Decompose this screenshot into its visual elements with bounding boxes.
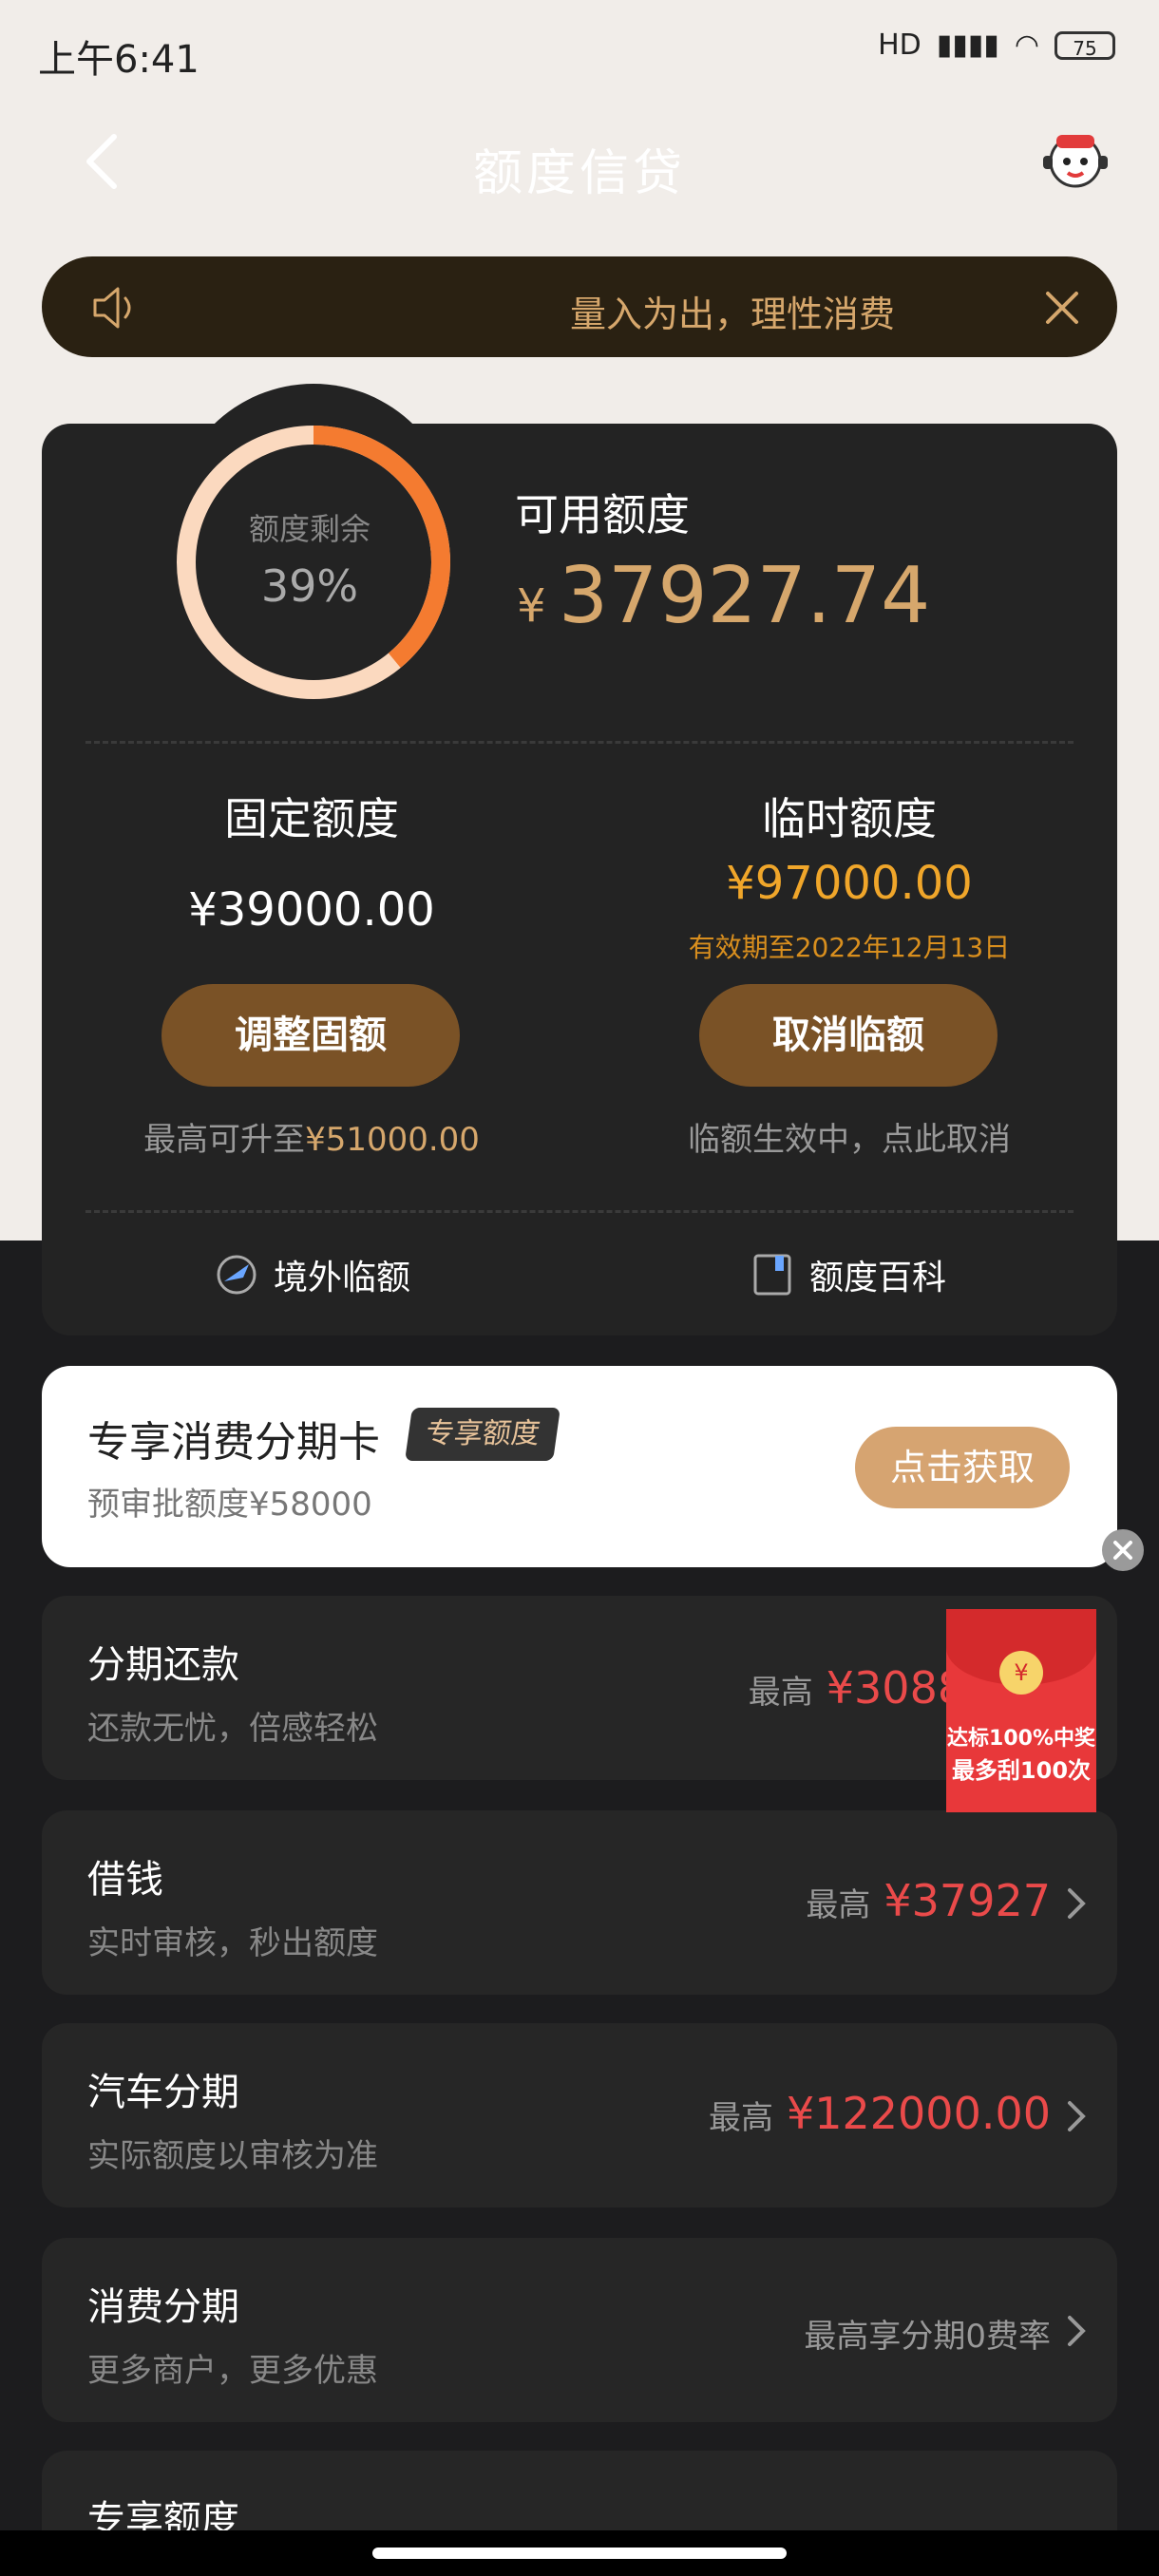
limit-prefix: 最高享分期0费率 (804, 2318, 1051, 2356)
limit-amount: ¥122000.00 (786, 2088, 1051, 2139)
chevron-right-icon (1068, 2101, 1086, 2131)
currency-symbol: ¥ (517, 579, 546, 633)
battery-icon: 75 (1054, 30, 1115, 60)
home-indicator[interactable] (372, 2548, 787, 2559)
cancel-temp-button[interactable]: 取消临额 (699, 984, 998, 1087)
limit-amount: ¥37927 (884, 1875, 1051, 1926)
overseas-credit-link[interactable]: 境外临额 (215, 1250, 410, 1299)
service-title: 消费分期 (87, 2285, 239, 2329)
temp-credit-value: ¥97000.00 (726, 857, 973, 910)
service-title: 借钱 (87, 1858, 163, 1902)
fixed-hint[interactable]: 最高可升至¥51000.00 (74, 1113, 549, 1160)
promo-subtitle: 预审批额度¥58000 (87, 1486, 372, 1524)
adjust-fixed-button[interactable]: 调整固额 (162, 984, 460, 1087)
limit-prefix: 最高 (748, 1674, 813, 1712)
status-time: 上午6:41 (38, 38, 200, 82)
coin-icon: ¥ (999, 1651, 1043, 1695)
network-label: HD (878, 28, 922, 62)
wifi-icon: ◠ (1014, 28, 1039, 62)
service-limit: 最高享分期0费率 (804, 2310, 1051, 2357)
service-subtitle: 实际额度以审核为准 (87, 2137, 378, 2175)
red-packet-line2: 最多刮100次 (951, 1757, 1092, 1784)
credit-wiki-label: 额度百科 (809, 1259, 947, 1297)
plane-globe-icon (217, 1255, 256, 1295)
service-limit: 最高 ¥37927 (806, 1875, 1051, 1926)
fixed-credit-title: 固定额度 (224, 793, 399, 844)
get-offer-button[interactable]: 点击获取 (855, 1427, 1070, 1508)
chevron-right-icon (1068, 2316, 1086, 2346)
credit-wiki-link[interactable]: 额度百科 (750, 1250, 946, 1299)
speaker-icon (93, 287, 131, 329)
ring-percent: 39% (260, 560, 359, 612)
divider (86, 1210, 1074, 1213)
fixed-credit-value: ¥39000.00 (188, 883, 435, 937)
temp-credit-title: 临时额度 (762, 793, 937, 844)
service-limit: 最高 ¥122000.00 (709, 2088, 1051, 2139)
divider (86, 741, 1074, 744)
chevron-right-icon (1068, 1888, 1086, 1919)
signal-icon: ▮▮▮▮ (936, 28, 999, 62)
service-title: 汽车分期 (87, 2071, 239, 2114)
available-label: 可用额度 (515, 489, 690, 540)
service-subtitle: 还款无忧，倍感轻松 (87, 1710, 378, 1748)
fixed-hint-value: ¥51000.00 (305, 1121, 480, 1159)
close-promo-icon[interactable] (1102, 1529, 1144, 1571)
mascot-icon[interactable] (1041, 129, 1110, 190)
promo-title: 专享消费分期卡 (87, 1418, 380, 1467)
temp-credit-validity: 有效期至2022年12月13日 (688, 932, 1011, 963)
book-icon (753, 1254, 791, 1296)
status-indicators: HD ▮▮▮▮ ◠ 75 (878, 28, 1115, 62)
page-title: 额度信贷 (472, 145, 686, 202)
service-subtitle: 实时审核，秒出额度 (87, 1924, 378, 1962)
promo-badge: 专享额度 (405, 1408, 560, 1461)
limit-prefix: 最高 (708, 2099, 773, 2137)
close-icon[interactable] (1045, 291, 1079, 325)
service-title: 分期还款 (87, 1643, 239, 1687)
fixed-hint-prefix: 最高可升至 (143, 1121, 306, 1159)
notice-text: 量入为出，理性消费 (570, 294, 896, 335)
red-packet-line1: 达标100%中奖 (947, 1727, 1095, 1751)
ring-label: 额度剩余 (248, 511, 370, 547)
limit-prefix: 最高 (806, 1886, 871, 1924)
temp-hint[interactable]: 临额生效中，点此取消 (612, 1113, 1087, 1160)
service-subtitle: 更多商户，更多优惠 (87, 2352, 378, 2390)
overseas-credit-label: 境外临额 (274, 1259, 411, 1297)
available-amount: 37927.74 (559, 551, 931, 641)
